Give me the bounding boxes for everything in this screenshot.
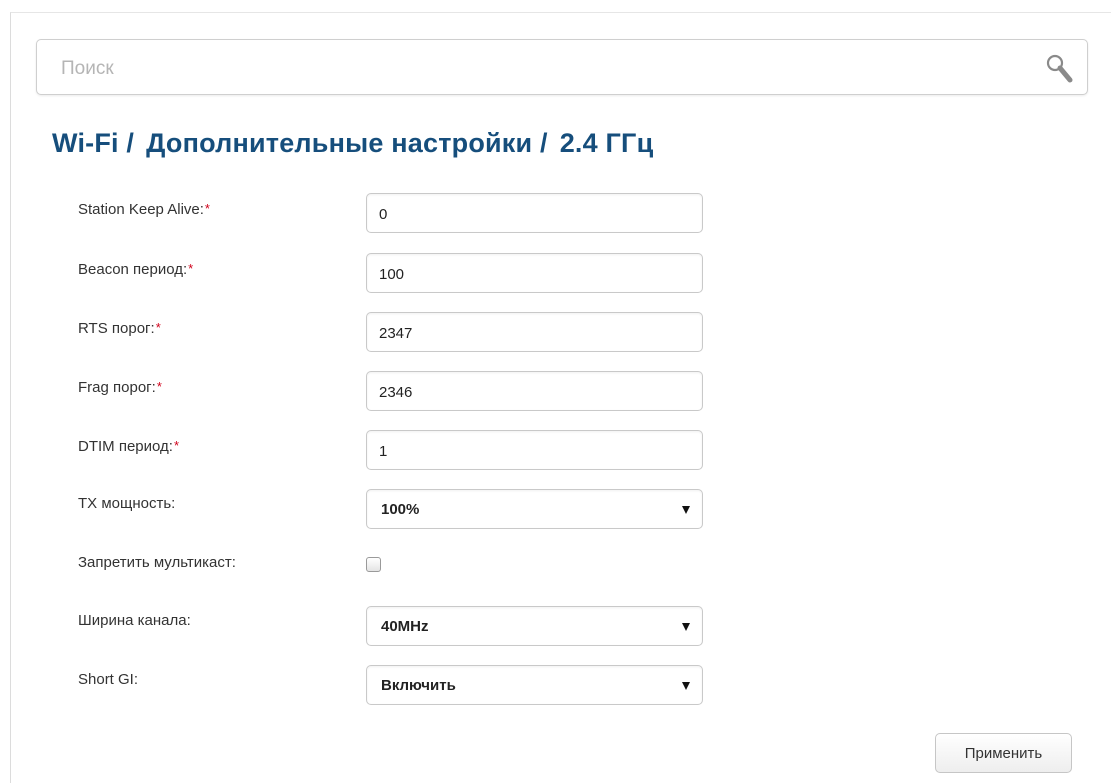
row-frag-threshold: Frag порог:* (0, 371, 1111, 411)
dtim-period-label: DTIM период:* (78, 438, 180, 455)
channel-width-value: 40MHz (381, 618, 429, 635)
short-gi-label: Short GI: (78, 671, 139, 688)
frag-threshold-field[interactable] (366, 371, 703, 411)
row-disable-multicast: Запретить мультикаст: (0, 552, 1111, 592)
row-rts-threshold: RTS порог:* (0, 312, 1111, 352)
dropdown-arrow-icon (682, 623, 690, 631)
row-beacon-period: Beacon период:* (0, 253, 1111, 293)
apply-button[interactable]: Применить (935, 733, 1072, 773)
disable-multicast-checkbox[interactable] (366, 557, 381, 572)
dtim-period-field[interactable] (366, 430, 703, 470)
channel-width-label: Ширина канала: (78, 612, 191, 629)
row-short-gi: Short GI: Включить (0, 665, 1111, 705)
station-keep-alive-label: Station Keep Alive:* (78, 201, 210, 218)
short-gi-value: Включить (381, 677, 456, 694)
dtim-period-input[interactable] (379, 440, 679, 462)
row-station-keep-alive: Station Keep Alive:* (0, 193, 1111, 233)
breadcrumb-band: 2.4 ГГц (559, 128, 654, 158)
rts-threshold-label: RTS порог:* (78, 320, 161, 337)
channel-width-select[interactable]: 40MHz (366, 606, 703, 646)
station-keep-alive-field[interactable] (366, 193, 703, 233)
rts-threshold-input[interactable] (379, 322, 679, 344)
beacon-period-field[interactable] (366, 253, 703, 293)
station-keep-alive-input[interactable] (379, 203, 679, 225)
search-icon[interactable] (1045, 53, 1073, 83)
tx-power-value: 100% (381, 501, 420, 518)
search-box[interactable] (36, 39, 1088, 95)
rts-threshold-field[interactable] (366, 312, 703, 352)
beacon-period-label: Beacon период:* (78, 261, 194, 278)
search-input[interactable] (59, 54, 1023, 84)
row-channel-width: Ширина канала: 40MHz (0, 606, 1111, 646)
dropdown-arrow-icon (682, 682, 690, 690)
frag-threshold-label: Frag порог:* (78, 379, 162, 396)
short-gi-select[interactable]: Включить (366, 665, 703, 705)
row-tx-power: TX мощность: 100% (0, 489, 1111, 529)
disable-multicast-label: Запретить мультикаст: (78, 554, 236, 571)
beacon-period-input[interactable] (379, 263, 679, 285)
breadcrumb-advanced[interactable]: Дополнительные настройки / (146, 128, 548, 158)
dropdown-arrow-icon (682, 506, 690, 514)
row-dtim-period: DTIM период:* (0, 430, 1111, 470)
page-title: Wi-Fi / Дополнительные настройки / 2.4 ГГц (52, 128, 653, 159)
frag-threshold-input[interactable] (379, 381, 679, 403)
tx-power-select[interactable]: 100% (366, 489, 703, 529)
tx-power-label: TX мощность: (78, 495, 176, 512)
breadcrumb-wifi[interactable]: Wi-Fi / (52, 128, 134, 158)
